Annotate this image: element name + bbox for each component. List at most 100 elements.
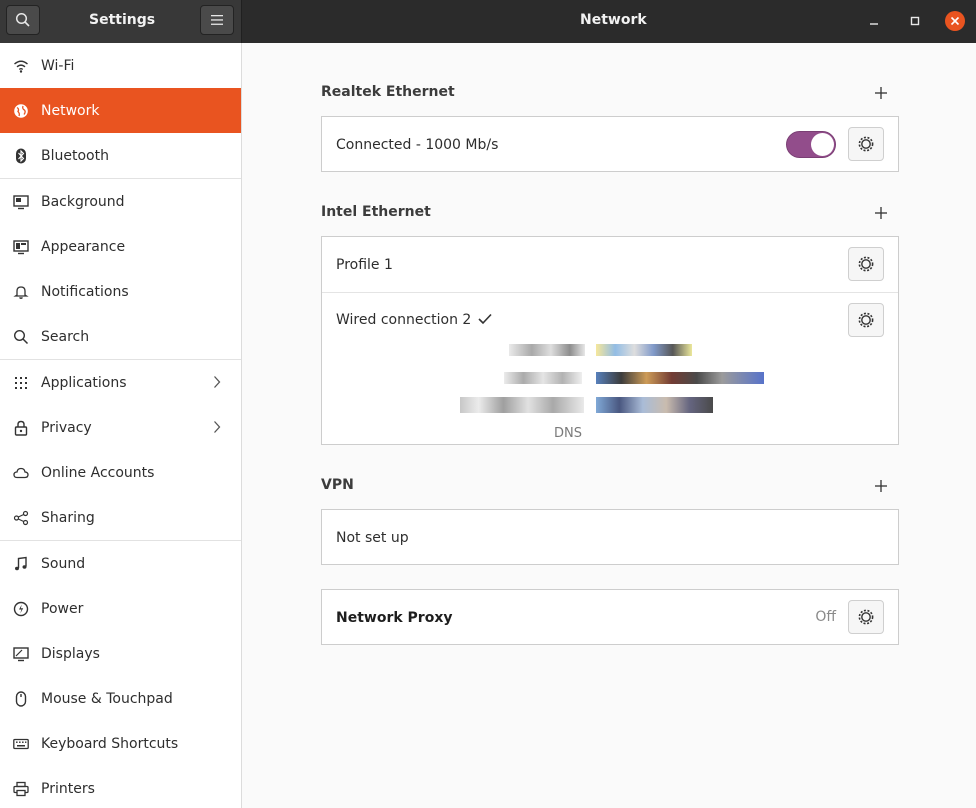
sidebar-item-label: Sharing bbox=[41, 509, 95, 526]
wired-connection-label: Wired connection 2 bbox=[336, 312, 472, 328]
proxy-settings-button[interactable] bbox=[848, 600, 884, 634]
redacted-value bbox=[596, 397, 713, 413]
redacted-label bbox=[504, 372, 582, 384]
sidebar-item-label: Sound bbox=[41, 555, 86, 572]
sidebar-item-applications[interactable]: Applications bbox=[0, 360, 241, 405]
intel-card: Profile 1 Wired connection 2 DNS bbox=[321, 236, 899, 445]
sidebar-header: Settings bbox=[0, 0, 242, 43]
add-vpn-button[interactable] bbox=[873, 478, 889, 494]
sidebar-item-appearance[interactable]: Appearance bbox=[0, 224, 241, 269]
chevron-right-icon bbox=[213, 375, 221, 393]
appearance-icon bbox=[13, 239, 29, 255]
sidebar-item-label: Displays bbox=[41, 645, 100, 662]
vpn-card: Not set up bbox=[321, 509, 899, 565]
hamburger-icon bbox=[211, 15, 223, 25]
sidebar-item-mouse-touchpad[interactable]: Mouse & Touchpad bbox=[0, 676, 241, 721]
power-icon bbox=[13, 601, 29, 617]
keyboard-icon bbox=[13, 736, 29, 752]
maximize-icon bbox=[910, 16, 920, 26]
sidebar-item-background[interactable]: Background bbox=[0, 179, 241, 224]
sidebar-item-online-accounts[interactable]: Online Accounts bbox=[0, 450, 241, 495]
sidebar-item-label: Search bbox=[41, 328, 90, 345]
lock-icon bbox=[13, 420, 29, 436]
sidebar-item-sharing[interactable]: Sharing bbox=[0, 495, 241, 540]
profile-label: Profile 1 bbox=[336, 256, 393, 273]
sidebar-item-label: Bluetooth bbox=[41, 147, 109, 164]
search-icon bbox=[15, 12, 30, 27]
maximize-button[interactable] bbox=[904, 10, 926, 32]
network-proxy-label: Network Proxy bbox=[336, 609, 453, 626]
sidebar-item-keyboard-shortcuts[interactable]: Keyboard Shortcuts bbox=[0, 721, 241, 766]
toggle-knob bbox=[811, 133, 834, 156]
realtek-section-title: Realtek Ethernet bbox=[321, 84, 455, 100]
minimize-icon bbox=[870, 23, 878, 25]
sidebar-item-power[interactable]: Power bbox=[0, 586, 241, 631]
sidebar-item-label: Keyboard Shortcuts bbox=[41, 735, 179, 752]
sidebar: Wi-Fi Network Bluetooth Background Appea… bbox=[0, 43, 242, 808]
menu-button[interactable] bbox=[200, 5, 234, 35]
wired-connection-row[interactable]: Wired connection 2 DNS bbox=[322, 292, 898, 444]
background-icon bbox=[13, 194, 29, 210]
sidebar-item-printers[interactable]: Printers bbox=[0, 766, 241, 808]
music-note-icon bbox=[13, 556, 29, 572]
search-icon bbox=[13, 329, 29, 345]
gear-icon bbox=[858, 312, 874, 328]
close-button[interactable] bbox=[944, 10, 966, 32]
sidebar-item-label: Power bbox=[41, 600, 84, 617]
sidebar-item-displays[interactable]: Displays bbox=[0, 631, 241, 676]
sidebar-item-label: Background bbox=[41, 193, 125, 210]
sidebar-item-label: Printers bbox=[41, 780, 95, 797]
close-icon bbox=[945, 11, 965, 31]
header-bar: Settings Network bbox=[0, 0, 976, 43]
vpn-section-title: VPN bbox=[321, 477, 354, 493]
profile-row[interactable]: Profile 1 bbox=[322, 237, 898, 292]
sidebar-item-network[interactable]: Network bbox=[0, 88, 241, 133]
realtek-card: Connected - 1000 Mb/s bbox=[321, 116, 899, 172]
add-realtek-button[interactable] bbox=[873, 85, 889, 101]
sidebar-item-label: Applications bbox=[41, 374, 127, 391]
sidebar-item-label: Appearance bbox=[41, 238, 126, 255]
grid-icon bbox=[13, 375, 29, 391]
sidebar-item-privacy[interactable]: Privacy bbox=[0, 405, 241, 450]
gear-icon bbox=[858, 256, 874, 272]
plus-icon bbox=[875, 207, 887, 219]
main-header: Network bbox=[242, 0, 976, 43]
minimize-button[interactable] bbox=[863, 10, 885, 32]
vpn-status: Not set up bbox=[336, 529, 409, 546]
redacted-value bbox=[596, 372, 764, 384]
search-button[interactable] bbox=[6, 5, 40, 35]
redacted-value bbox=[596, 344, 692, 356]
sidebar-item-label: Wi-Fi bbox=[41, 57, 75, 74]
cloud-icon bbox=[13, 465, 29, 481]
realtek-settings-button[interactable] bbox=[848, 127, 884, 161]
checkmark-icon bbox=[477, 312, 493, 330]
network-proxy-row[interactable]: Network Proxy Off bbox=[322, 590, 898, 645]
sidebar-item-label: Network bbox=[41, 102, 100, 119]
dns-label: DNS bbox=[554, 426, 582, 441]
gear-icon bbox=[858, 609, 874, 625]
bluetooth-icon bbox=[13, 148, 29, 164]
gear-icon bbox=[858, 136, 874, 152]
wired-settings-button[interactable] bbox=[848, 303, 884, 337]
sidebar-item-notifications[interactable]: Notifications bbox=[0, 269, 241, 314]
profile-settings-button[interactable] bbox=[848, 247, 884, 281]
vpn-row: Not set up bbox=[322, 510, 898, 565]
main-panel: Realtek Ethernet Connected - 1000 Mb/s I… bbox=[242, 43, 976, 808]
realtek-connection-row: Connected - 1000 Mb/s bbox=[322, 117, 898, 172]
realtek-toggle[interactable] bbox=[786, 131, 836, 158]
share-icon bbox=[13, 510, 29, 526]
wifi-icon bbox=[13, 58, 29, 74]
proxy-card: Network Proxy Off bbox=[321, 589, 899, 645]
sidebar-item-search[interactable]: Search bbox=[0, 314, 241, 359]
sidebar-item-label: Mouse & Touchpad bbox=[41, 690, 173, 707]
printer-icon bbox=[13, 781, 29, 797]
add-intel-button[interactable] bbox=[873, 205, 889, 221]
sidebar-item-label: Privacy bbox=[41, 419, 92, 436]
sidebar-item-bluetooth[interactable]: Bluetooth bbox=[0, 133, 241, 178]
sidebar-item-wifi[interactable]: Wi-Fi bbox=[0, 43, 241, 88]
connection-status: Connected - 1000 Mb/s bbox=[336, 136, 499, 153]
mouse-icon bbox=[13, 690, 29, 707]
sidebar-title: Settings bbox=[89, 12, 156, 28]
sidebar-item-sound[interactable]: Sound bbox=[0, 541, 241, 586]
redacted-label bbox=[509, 344, 585, 356]
